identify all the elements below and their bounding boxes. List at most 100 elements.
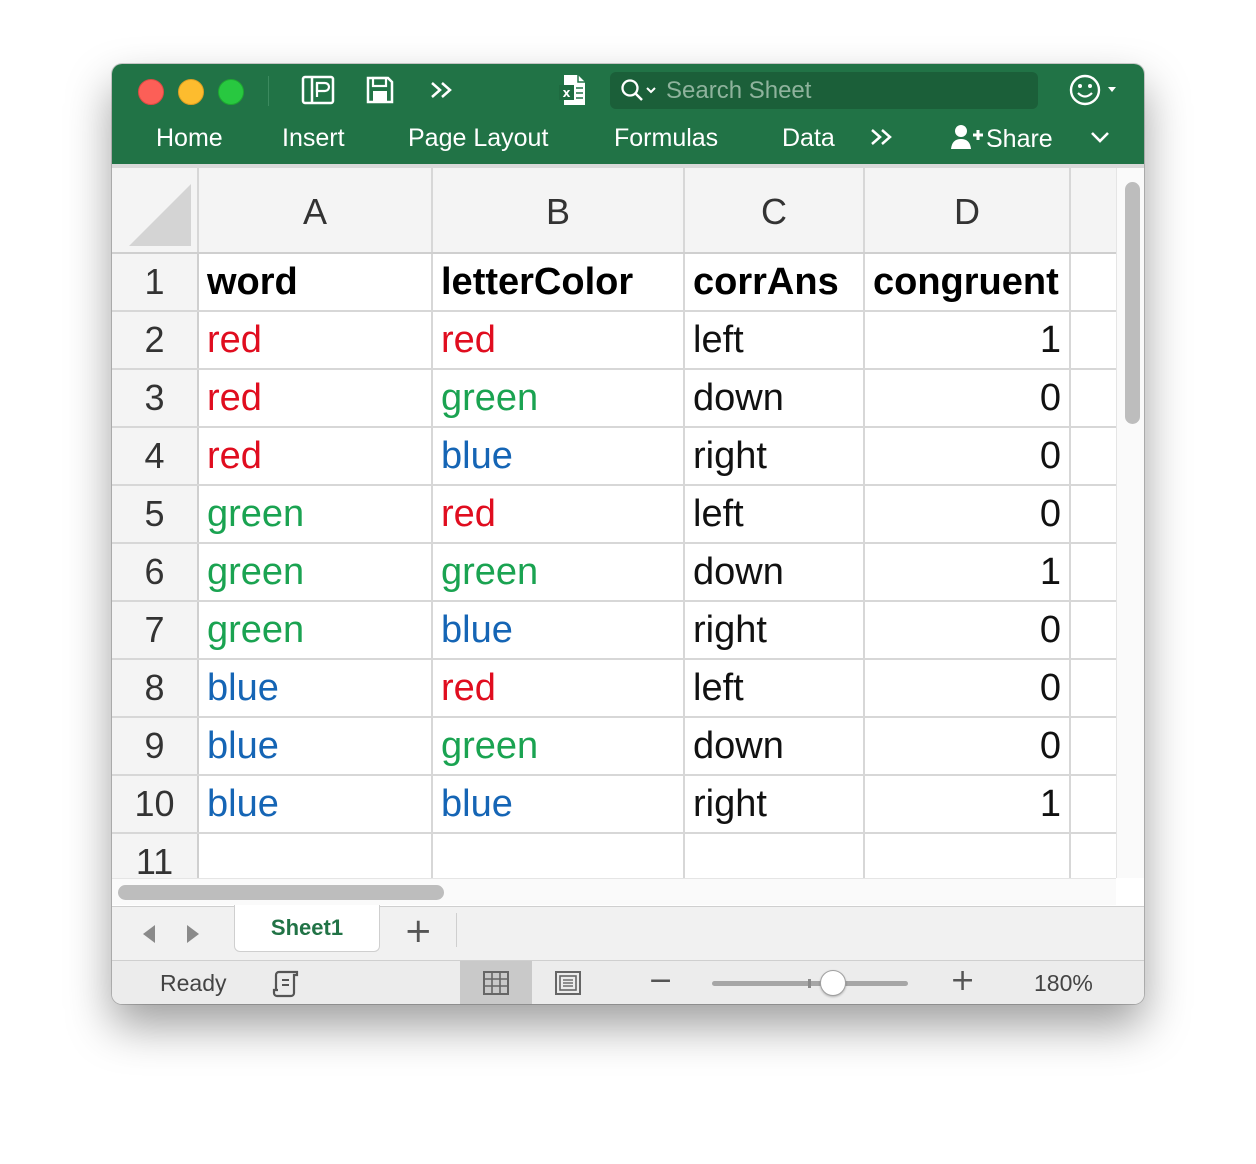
cell-lettercolor[interactable]: red — [432, 311, 685, 370]
row-header[interactable]: 5 — [112, 485, 199, 544]
empty-cell[interactable] — [1070, 427, 1116, 486]
more-chevrons-icon[interactable] — [424, 74, 460, 106]
row-header[interactable]: 8 — [112, 659, 199, 718]
cell-congruent[interactable]: 0 — [864, 485, 1071, 544]
cell-word[interactable]: green — [198, 543, 433, 602]
share-label: Share — [986, 125, 1053, 153]
share-button[interactable]: Share — [950, 122, 1053, 154]
smiley-feedback-icon[interactable] — [1068, 74, 1122, 106]
row-header[interactable]: 6 — [112, 543, 199, 602]
header-cell-word[interactable]: word — [198, 253, 433, 312]
cell-congruent[interactable]: 1 — [864, 311, 1071, 370]
cell-lettercolor[interactable]: red — [432, 485, 685, 544]
zoom-out-button[interactable]: − — [648, 963, 673, 998]
cell-congruent[interactable]: 0 — [864, 659, 1071, 718]
more-tabs-chevron-icon[interactable] — [868, 122, 896, 159]
cell-corrans[interactable]: down — [684, 543, 865, 602]
sheet-tab-sheet1[interactable]: Sheet1 — [234, 905, 380, 952]
tab-home[interactable]: Home — [156, 124, 223, 153]
macro-record-icon[interactable] — [270, 967, 302, 999]
zoom-slider-thumb[interactable] — [820, 970, 846, 996]
horizontal-scroll-thumb[interactable] — [118, 885, 444, 900]
search-sheet-field[interactable]: Search Sheet — [610, 72, 1038, 109]
cell-word[interactable]: blue — [198, 659, 433, 718]
vertical-scrollbar[interactable] — [1116, 168, 1144, 878]
cell-word[interactable]: green — [198, 601, 433, 660]
tab-data[interactable]: Data — [782, 124, 835, 153]
cell-congruent[interactable]: 1 — [864, 543, 1071, 602]
cell-lettercolor[interactable]: blue — [432, 775, 685, 834]
spreadsheet-grid: A B C D 1 word letterColor corrAns congr… — [112, 168, 1116, 890]
column-header-c[interactable]: C — [684, 168, 865, 254]
tab-page-layout[interactable]: Page Layout — [408, 124, 548, 153]
empty-cell[interactable] — [1070, 601, 1116, 660]
row-header[interactable]: 1 — [112, 253, 199, 312]
zoom-window-button[interactable] — [218, 79, 244, 105]
row-header[interactable]: 9 — [112, 717, 199, 776]
sidebar-toggle-icon[interactable] — [300, 74, 336, 106]
column-header-d[interactable]: D — [864, 168, 1071, 254]
cell-corrans[interactable]: down — [684, 369, 865, 428]
cell-corrans[interactable]: left — [684, 659, 865, 718]
empty-cell[interactable] — [1070, 659, 1116, 718]
row-header[interactable]: 2 — [112, 311, 199, 370]
save-icon[interactable] — [362, 74, 398, 106]
empty-cell[interactable] — [1070, 369, 1116, 428]
normal-view-button[interactable] — [460, 961, 532, 1004]
cell-lettercolor[interactable]: blue — [432, 427, 685, 486]
tab-insert[interactable]: Insert — [282, 124, 345, 153]
cell-corrans[interactable]: down — [684, 717, 865, 776]
collapse-ribbon-chevron-icon[interactable] — [1088, 122, 1112, 159]
row-header[interactable]: 3 — [112, 369, 199, 428]
minimize-window-button[interactable] — [178, 79, 204, 105]
column-header-a[interactable]: A — [198, 168, 433, 254]
cell-word[interactable]: red — [198, 369, 433, 428]
row-header[interactable]: 10 — [112, 775, 199, 834]
header-cell-congruent[interactable]: congruent — [864, 253, 1071, 312]
empty-cell[interactable] — [1070, 311, 1116, 370]
row-header[interactable]: 7 — [112, 601, 199, 660]
cell-corrans[interactable]: right — [684, 601, 865, 660]
cell-word[interactable]: red — [198, 311, 433, 370]
vertical-scroll-thumb[interactable] — [1125, 182, 1140, 424]
cell-lettercolor[interactable]: green — [432, 369, 685, 428]
horizontal-scrollbar[interactable] — [112, 878, 1116, 905]
cell-word[interactable]: blue — [198, 775, 433, 834]
cell-congruent[interactable]: 0 — [864, 369, 1071, 428]
empty-cell[interactable] — [1070, 717, 1116, 776]
cell-word[interactable]: red — [198, 427, 433, 486]
zoom-level-text[interactable]: 180% — [1034, 970, 1093, 997]
cell-lettercolor[interactable]: blue — [432, 601, 685, 660]
cell-corrans[interactable]: right — [684, 775, 865, 834]
cell-word[interactable]: green — [198, 485, 433, 544]
cell-lettercolor[interactable]: red — [432, 659, 685, 718]
empty-cell[interactable] — [1070, 253, 1116, 312]
excel-window: x Search Sheet Home Insert Page Layout F… — [112, 64, 1144, 1004]
previous-sheet-arrow-icon[interactable] — [140, 923, 158, 945]
cell-lettercolor[interactable]: green — [432, 717, 685, 776]
cell-congruent[interactable]: 0 — [864, 427, 1071, 486]
column-header-b[interactable]: B — [432, 168, 685, 254]
empty-cell[interactable] — [1070, 543, 1116, 602]
header-cell-lettercolor[interactable]: letterColor — [432, 253, 685, 312]
cell-congruent[interactable]: 0 — [864, 601, 1071, 660]
cell-congruent[interactable]: 0 — [864, 717, 1071, 776]
select-all-corner[interactable] — [112, 168, 199, 254]
empty-cell[interactable] — [1070, 485, 1116, 544]
empty-cell[interactable] — [1070, 775, 1116, 834]
cell-corrans[interactable]: left — [684, 311, 865, 370]
row-header[interactable]: 4 — [112, 427, 199, 486]
cell-corrans[interactable]: left — [684, 485, 865, 544]
close-window-button[interactable] — [138, 79, 164, 105]
cell-congruent[interactable]: 1 — [864, 775, 1071, 834]
cell-word[interactable]: blue — [198, 717, 433, 776]
add-sheet-button[interactable]: + — [404, 911, 433, 951]
tab-formulas[interactable]: Formulas — [614, 124, 718, 153]
cell-lettercolor[interactable]: green — [432, 543, 685, 602]
header-cell-corrans[interactable]: corrAns — [684, 253, 865, 312]
page-layout-view-button[interactable] — [532, 961, 604, 1004]
cell-corrans[interactable]: right — [684, 427, 865, 486]
next-sheet-arrow-icon[interactable] — [184, 923, 202, 945]
column-header-e[interactable] — [1070, 168, 1116, 254]
zoom-in-button[interactable]: + — [950, 963, 975, 998]
